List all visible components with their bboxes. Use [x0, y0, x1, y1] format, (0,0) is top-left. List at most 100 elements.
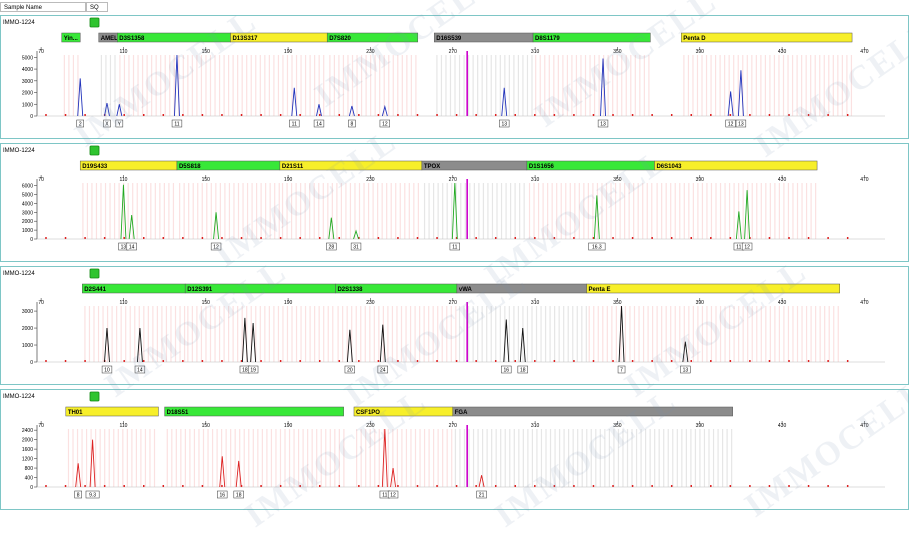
- allele-bin: [202, 429, 205, 487]
- allele-bin: [449, 55, 452, 116]
- locus-label: D12S391: [187, 287, 213, 293]
- allele-bin: [531, 306, 533, 362]
- x-tick-label: 150: [202, 49, 211, 55]
- green-square-icon[interactable]: [89, 17, 100, 28]
- allele-bin: [783, 306, 785, 362]
- allele-bin: [224, 183, 226, 239]
- size-standard-tick: [436, 360, 438, 362]
- green-square-icon[interactable]: [89, 268, 100, 279]
- allele-bin: [536, 429, 538, 487]
- allele-bin: [810, 183, 812, 239]
- allele-bin: [174, 306, 177, 362]
- allele-bin: [791, 55, 794, 116]
- allele-bin: [84, 306, 86, 362]
- locus-label: D16S539: [436, 36, 462, 42]
- allele-bin: [358, 183, 361, 239]
- allele-bin: [760, 306, 762, 362]
- sample-label: IMMO-1224: [3, 394, 35, 400]
- allele-bin: [164, 55, 166, 116]
- size-standard-tick: [534, 485, 536, 487]
- allele-bin: [687, 55, 690, 116]
- allele-bin: [237, 55, 239, 116]
- allele-bin: [369, 429, 371, 487]
- allele-bin: [436, 55, 438, 116]
- allele-bin: [756, 306, 758, 362]
- size-standard-tick: [670, 485, 673, 487]
- allele-bin: [508, 55, 510, 116]
- allele-bin: [694, 429, 697, 487]
- allele-bin: [598, 55, 600, 116]
- allele-label: 13: [683, 368, 689, 374]
- allele-bin: [756, 183, 758, 239]
- green-square-icon[interactable]: [89, 391, 100, 402]
- allele-bin: [683, 183, 685, 239]
- locus-label: D5S818: [179, 164, 201, 170]
- allele-bin: [252, 429, 254, 487]
- allele-bin: [626, 429, 629, 487]
- size-standard-tick: [710, 485, 712, 487]
- allele-bin: [663, 429, 665, 487]
- allele-bin: [721, 429, 724, 487]
- locus-bin: [586, 283, 840, 294]
- x-tick-label: 110: [119, 49, 127, 55]
- size-standard-tick: [338, 237, 341, 239]
- allele-bin: [566, 55, 568, 116]
- allele-bin: [374, 55, 376, 116]
- allele-bin: [155, 55, 157, 116]
- size-standard-tick: [279, 485, 282, 487]
- allele-bin: [549, 306, 551, 362]
- allele-bin: [531, 55, 533, 116]
- size-standard-tick: [103, 237, 106, 239]
- size-standard-tick: [377, 360, 380, 362]
- locus-label: D21S11: [282, 164, 304, 170]
- allele-bin: [482, 183, 485, 239]
- size-standard-tick: [612, 114, 614, 116]
- y-tick-label: 6000: [22, 184, 33, 190]
- allele-bin: [576, 306, 578, 362]
- allele-bin: [724, 183, 726, 239]
- x-tick-label: 390: [696, 177, 705, 183]
- allele-bin: [602, 306, 604, 362]
- allele-label: 16: [504, 368, 510, 374]
- allele-bin: [765, 306, 767, 362]
- x-tick-label: 390: [696, 300, 705, 306]
- green-square-icon[interactable]: [89, 145, 100, 156]
- x-tick-label: 310: [531, 177, 540, 183]
- allele-bin: [340, 183, 342, 239]
- allele-bin: [616, 55, 618, 116]
- allele-bin: [674, 183, 676, 239]
- allele-bin: [278, 183, 280, 239]
- allele-bin: [629, 306, 631, 362]
- allele-bin: [478, 183, 480, 239]
- allele-bin: [100, 183, 102, 239]
- size-standard-tick: [729, 485, 732, 487]
- allele-bin: [751, 306, 753, 362]
- allele-bin: [645, 429, 647, 487]
- size-standard-tick: [162, 237, 165, 239]
- allele-bin: [746, 55, 748, 116]
- allele-bin: [147, 306, 149, 362]
- sample-label: IMMO-1224: [3, 20, 35, 26]
- allele-bin: [760, 183, 762, 239]
- allele-bin: [477, 55, 479, 116]
- allele-bin: [588, 306, 590, 362]
- allele-label: 11: [174, 122, 179, 128]
- locus-label: Yin...: [64, 36, 78, 42]
- allele-bin: [597, 306, 599, 362]
- size-standard-tick: [573, 237, 575, 239]
- allele-bin: [141, 183, 143, 239]
- allele-bin: [219, 183, 221, 239]
- allele-bin: [742, 306, 744, 362]
- allele-bin: [123, 55, 126, 116]
- locus-label: D7S820: [329, 36, 351, 42]
- allele-bin: [455, 306, 457, 362]
- allele-bin: [120, 306, 122, 362]
- allele-bin: [696, 55, 699, 116]
- allele-bin: [647, 306, 649, 362]
- allele-bin: [731, 429, 733, 487]
- allele-bin: [156, 306, 158, 362]
- allele-bin: [526, 55, 529, 116]
- allele-bin: [392, 55, 394, 116]
- allele-bin: [266, 429, 268, 487]
- allele-bin: [832, 55, 834, 116]
